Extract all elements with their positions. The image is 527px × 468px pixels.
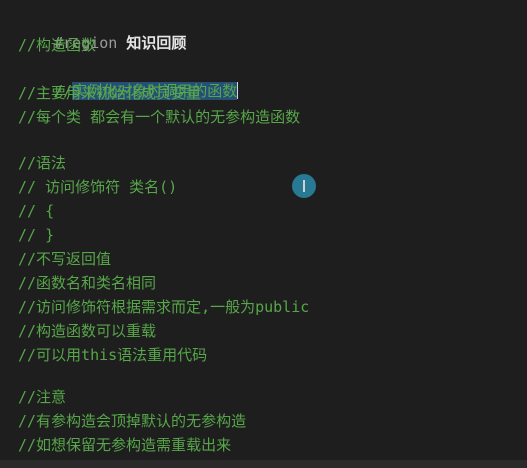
bottom-edge — [0, 460, 527, 468]
code-line: //主要用来初始化成员变量 — [18, 84, 202, 102]
code-line: //注意 — [18, 388, 67, 406]
code-line: //不写返回值 — [18, 250, 112, 268]
code-line: // 访问修饰符 类名() — [18, 178, 178, 196]
code-line: //访问修饰符根据需求而定,一般为public — [18, 298, 310, 316]
code-line: //如想保留无参构造需重载出来 — [18, 436, 232, 454]
code-line: // } — [18, 226, 55, 244]
region-line: #region 知识回顾 — [18, 10, 186, 52]
region-title: 知识回顾 — [126, 34, 187, 52]
code-editor[interactable]: #region 知识回顾 //构造函数 //实例化对象时调用的函数 //主要用来… — [0, 0, 527, 468]
code-line: //函数名和类名相同 — [18, 274, 157, 292]
code-line: //可以用this语法重用代码 — [18, 346, 208, 364]
code-line: //语法 — [18, 154, 67, 172]
code-line: //构造函数可以重载 — [18, 322, 157, 340]
code-line-selected: //实例化对象时调用的函数 — [18, 58, 239, 100]
code-line: //构造函数 — [18, 36, 97, 54]
code-line: //有参构造会顶掉默认的无参构造 — [18, 412, 247, 430]
code-line: // { — [18, 202, 55, 220]
text-caret — [237, 82, 239, 99]
mouse-cursor-icon — [292, 174, 316, 198]
code-line: //每个类 都会有一个默认的无参构造函数 — [18, 108, 301, 126]
